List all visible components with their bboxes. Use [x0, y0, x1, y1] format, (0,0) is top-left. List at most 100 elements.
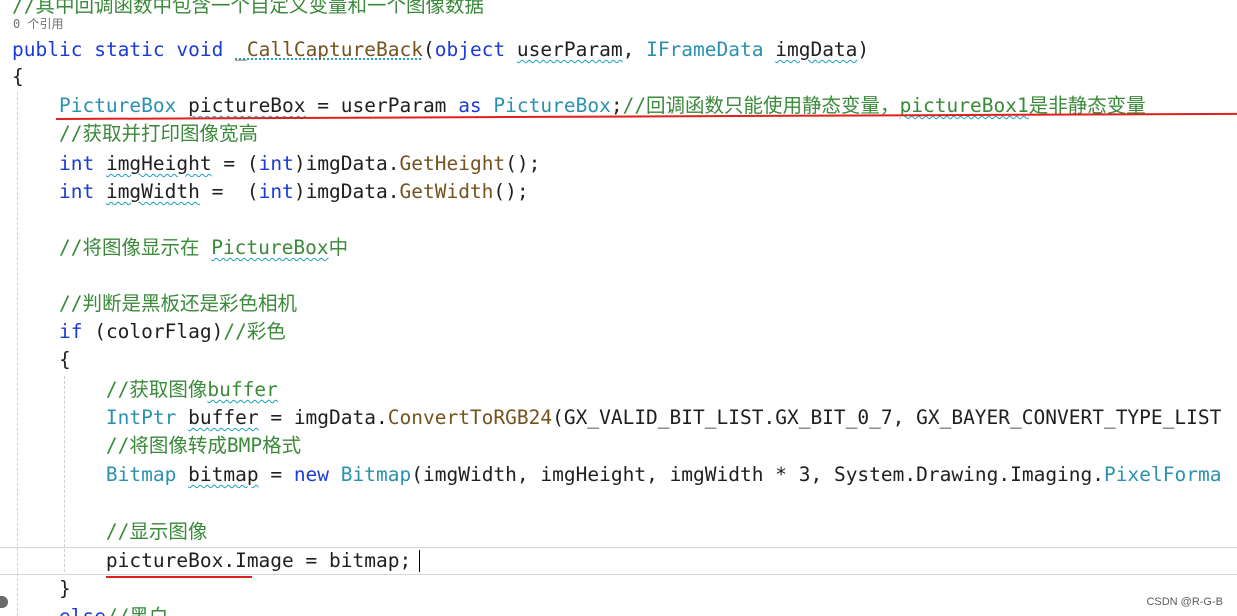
code-token: *	[763, 463, 799, 486]
code-token: //获取图像	[105, 378, 208, 401]
code-token: buffer	[207, 378, 278, 401]
code-token: =	[293, 549, 330, 572]
code-token: pictureBox	[188, 94, 306, 117]
code-token: .	[763, 406, 776, 429]
code-token: imgHeight	[540, 463, 647, 486]
code-line[interactable]: //判断是黑板还是彩色相机	[12, 290, 297, 318]
code-token: =	[258, 406, 294, 429]
code-token: userParam	[340, 94, 447, 117]
code-token: ,	[622, 38, 647, 61]
code-token: (	[411, 463, 423, 486]
code-line[interactable]: if (colorFlag)//彩色	[12, 318, 286, 346]
code-token: imgData	[305, 180, 388, 203]
code-line[interactable]: //其中回调函数中包含一个自定义变量和一个图像数据	[12, 0, 484, 20]
code-token: imgData	[293, 406, 376, 429]
code-token: buffer	[188, 406, 259, 429]
code-line[interactable]: public static void _CallCaptureBack(obje…	[12, 36, 869, 64]
code-line[interactable]: //获取图像buffer	[12, 376, 278, 404]
code-token: //获取并打印图像宽高	[58, 122, 258, 145]
code-token: int	[58, 180, 95, 203]
code-token: colorFlag	[105, 320, 212, 343]
code-line[interactable]: //获取并打印图像宽高	[12, 120, 258, 148]
code-token: .	[387, 152, 400, 175]
code-token: Drawing	[916, 463, 999, 486]
code-token: //黑白	[106, 605, 168, 616]
code-line[interactable]: IntPtr buffer = imgData.ConvertToRGB24(G…	[12, 404, 1221, 432]
code-token: (	[552, 406, 564, 429]
code-token: if	[58, 320, 83, 343]
code-token: ConvertToRGB24	[387, 406, 553, 429]
code-line[interactable]: else//黑白	[12, 603, 168, 616]
code-token: GetWidth	[399, 180, 494, 203]
code-token: imgHeight	[105, 152, 212, 175]
code-token: 中	[328, 236, 349, 259]
code-token: as	[458, 94, 482, 117]
code-line[interactable]: int imgWidth = (int)imgData.GetWidth();	[12, 178, 529, 206]
code-token: PictureBox	[211, 236, 329, 259]
code-token: int	[58, 152, 95, 175]
code-token: (	[82, 320, 106, 343]
code-line[interactable]: int imgHeight = (int)imgData.GetHeight()…	[12, 150, 540, 178]
code-token: void	[176, 38, 224, 61]
code-line[interactable]: {	[12, 346, 71, 374]
code-token: PixelForma	[1104, 463, 1222, 486]
code-token: int	[258, 152, 294, 175]
code-token: )	[293, 152, 306, 175]
code-token: //将图像显示在	[58, 236, 212, 259]
code-token: )	[211, 320, 224, 343]
code-token: .	[998, 463, 1011, 486]
code-token: bitmap	[329, 549, 400, 572]
code-token: pictureBox	[105, 549, 224, 572]
code-token: .	[223, 549, 236, 572]
code-token: userParam	[516, 38, 623, 61]
code-token: _CallCaptureBack	[235, 38, 423, 61]
code-token: ,	[892, 406, 917, 429]
code-token: imgData	[775, 38, 858, 61]
code-token: //显示图像	[105, 520, 208, 543]
code-line[interactable]: }	[12, 575, 71, 603]
code-line[interactable]: //显示图像	[12, 518, 207, 546]
code-line[interactable]: Bitmap bitmap = new Bitmap(imgWidth, img…	[12, 461, 1222, 489]
code-token: System	[833, 463, 905, 486]
code-line[interactable]: {	[12, 63, 24, 91]
code-token: imgWidth	[669, 463, 764, 486]
code-token: else	[59, 605, 106, 616]
code-token: }	[58, 577, 71, 600]
code-line[interactable]: //将图像显示在 PictureBox中	[12, 234, 348, 262]
code-token: static	[94, 38, 165, 61]
code-token: Imaging	[1010, 463, 1093, 486]
code-line[interactable]: pictureBox.Image = bitmap;	[12, 547, 411, 575]
code-token: =	[258, 463, 294, 486]
code-token: Bitmap	[340, 463, 412, 486]
code-token: int	[258, 180, 294, 203]
watermark: CSDN @R-G-B	[1146, 596, 1223, 608]
code-token: imgData	[305, 152, 388, 175]
code-token: (	[422, 38, 435, 61]
gutter-marker[interactable]	[0, 596, 8, 608]
code-editor[interactable]: 0 个引用 //其中回调函数中包含一个自定义变量和一个图像数据 public st…	[0, 0, 1237, 616]
code-token: GX_BAYER_CONVERT_TYPE_LIST	[916, 406, 1222, 429]
code-token: //判断是黑板还是彩色相机	[58, 292, 297, 315]
code-token: ,	[516, 463, 541, 486]
code-line[interactable]: //将图像转成BMP格式	[12, 432, 301, 460]
